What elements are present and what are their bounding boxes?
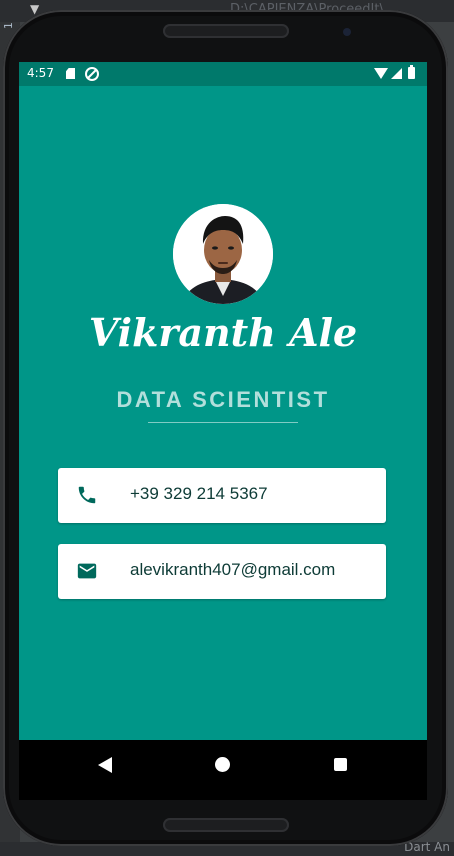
signal-icon [391, 68, 402, 79]
status-bar: 4:57 [19, 62, 427, 86]
profile-title: DATA SCIENTIST [116, 387, 330, 412]
app-screen: 4:57 Vikranth Ale DATA SCIENTIST +39 329… [19, 62, 427, 740]
title-divider [148, 422, 298, 423]
phone-card[interactable]: +39 329 214 5367 [58, 468, 386, 523]
avatar [173, 204, 273, 304]
sync-disabled-icon [85, 67, 99, 81]
phone-number: +39 329 214 5367 [130, 484, 268, 503]
front-camera [343, 28, 351, 36]
profile-name: Vikranth Ale [88, 310, 358, 355]
bottom-speaker [163, 818, 289, 832]
sd-card-icon [66, 68, 75, 79]
phone-icon [78, 486, 96, 504]
recents-icon[interactable] [334, 758, 347, 771]
ide-dart-analysis-tab[interactable]: Dart An [404, 840, 450, 854]
back-icon[interactable] [98, 757, 112, 773]
email-card[interactable]: alevikranth407@gmail.com [58, 544, 386, 599]
email-address: alevikranth407@gmail.com [130, 560, 336, 579]
battery-icon [408, 65, 415, 79]
home-icon[interactable] [215, 757, 230, 772]
navigation-bar [19, 740, 427, 800]
status-time: 4:57 [27, 66, 54, 80]
top-speaker [163, 24, 289, 38]
mail-icon [77, 563, 97, 579]
wifi-icon [374, 68, 388, 79]
profile-photo [173, 204, 273, 304]
